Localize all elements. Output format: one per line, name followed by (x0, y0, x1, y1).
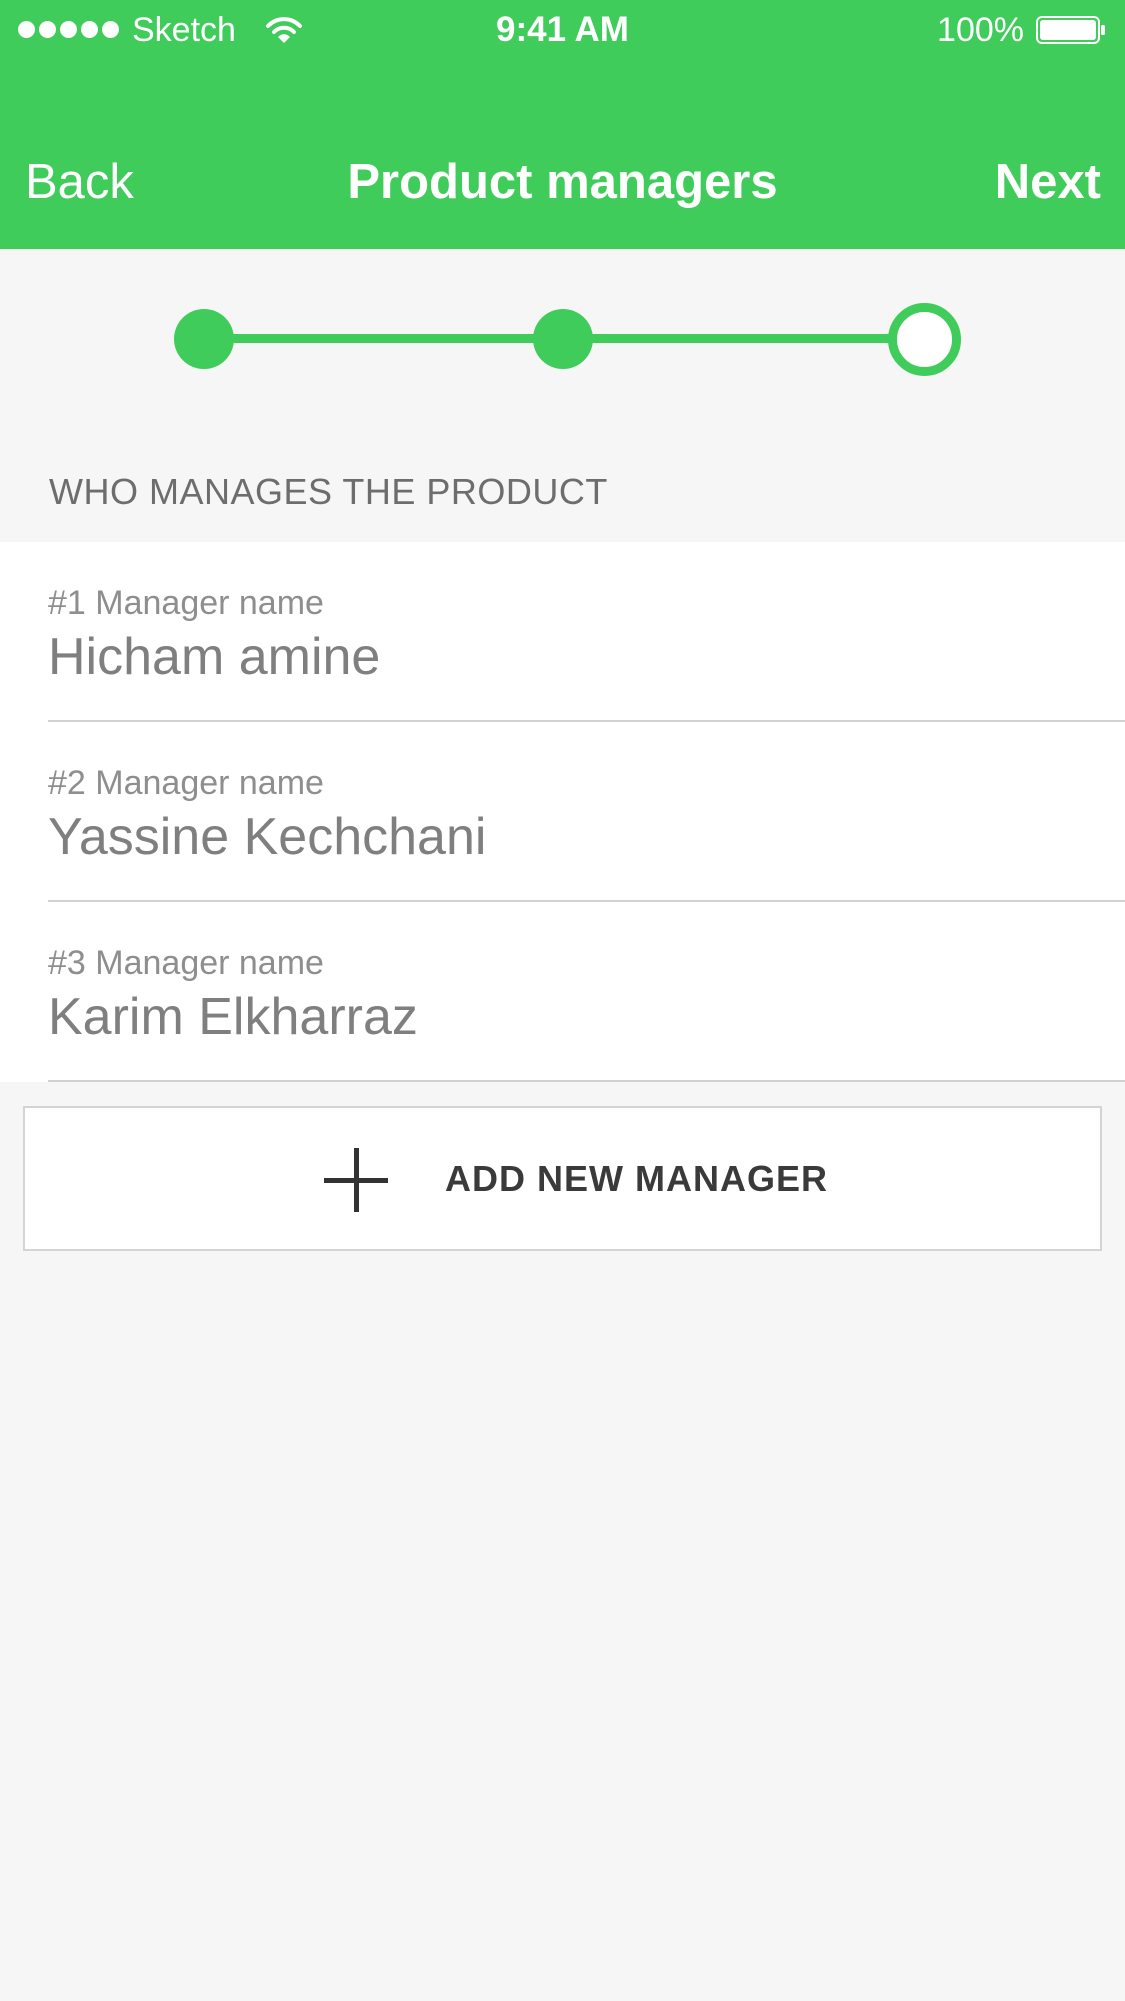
status-bar: Sketch 9:41 AM 100% (0, 0, 1125, 60)
progress-connector-2 (562, 334, 924, 343)
header-bar: Sketch 9:41 AM 100% Back Product manager… (0, 0, 1125, 249)
manager-field-label: #1 Manager name (48, 584, 324, 622)
next-button[interactable]: Next (995, 152, 1101, 212)
back-button[interactable]: Back (25, 152, 134, 212)
manager-name-input[interactable]: Hicham amine (48, 626, 380, 688)
manager-field-2[interactable]: #2 Manager name Yassine Kechchani (48, 722, 1125, 902)
battery-icon (1036, 16, 1105, 44)
add-new-manager-button[interactable]: ADD NEW MANAGER (23, 1106, 1102, 1251)
manager-field-3[interactable]: #3 Manager name Karim Elkharraz (48, 902, 1125, 1082)
page-title: Product managers (347, 155, 778, 209)
manager-field-1[interactable]: #1 Manager name Hicham amine (48, 542, 1125, 722)
manager-list: #1 Manager name Hicham amine #2 Manager … (0, 542, 1125, 1082)
manager-name-input[interactable]: Karim Elkharraz (48, 986, 418, 1048)
progress-step-2 (533, 309, 593, 369)
manager-field-label: #3 Manager name (48, 944, 324, 982)
progress-step-3 (888, 303, 961, 376)
progress-connector-1 (204, 334, 562, 343)
progress-stepper (0, 300, 1125, 380)
battery-percentage: 100% (937, 11, 1024, 49)
manager-name-input[interactable]: Yassine Kechchani (48, 806, 486, 868)
progress-step-1 (174, 309, 234, 369)
manager-field-label: #2 Manager name (48, 764, 324, 802)
add-new-manager-label: ADD NEW MANAGER (445, 1158, 828, 1199)
section-header: WHO MANAGES THE PRODUCT (49, 471, 608, 512)
plus-icon (324, 1148, 388, 1212)
